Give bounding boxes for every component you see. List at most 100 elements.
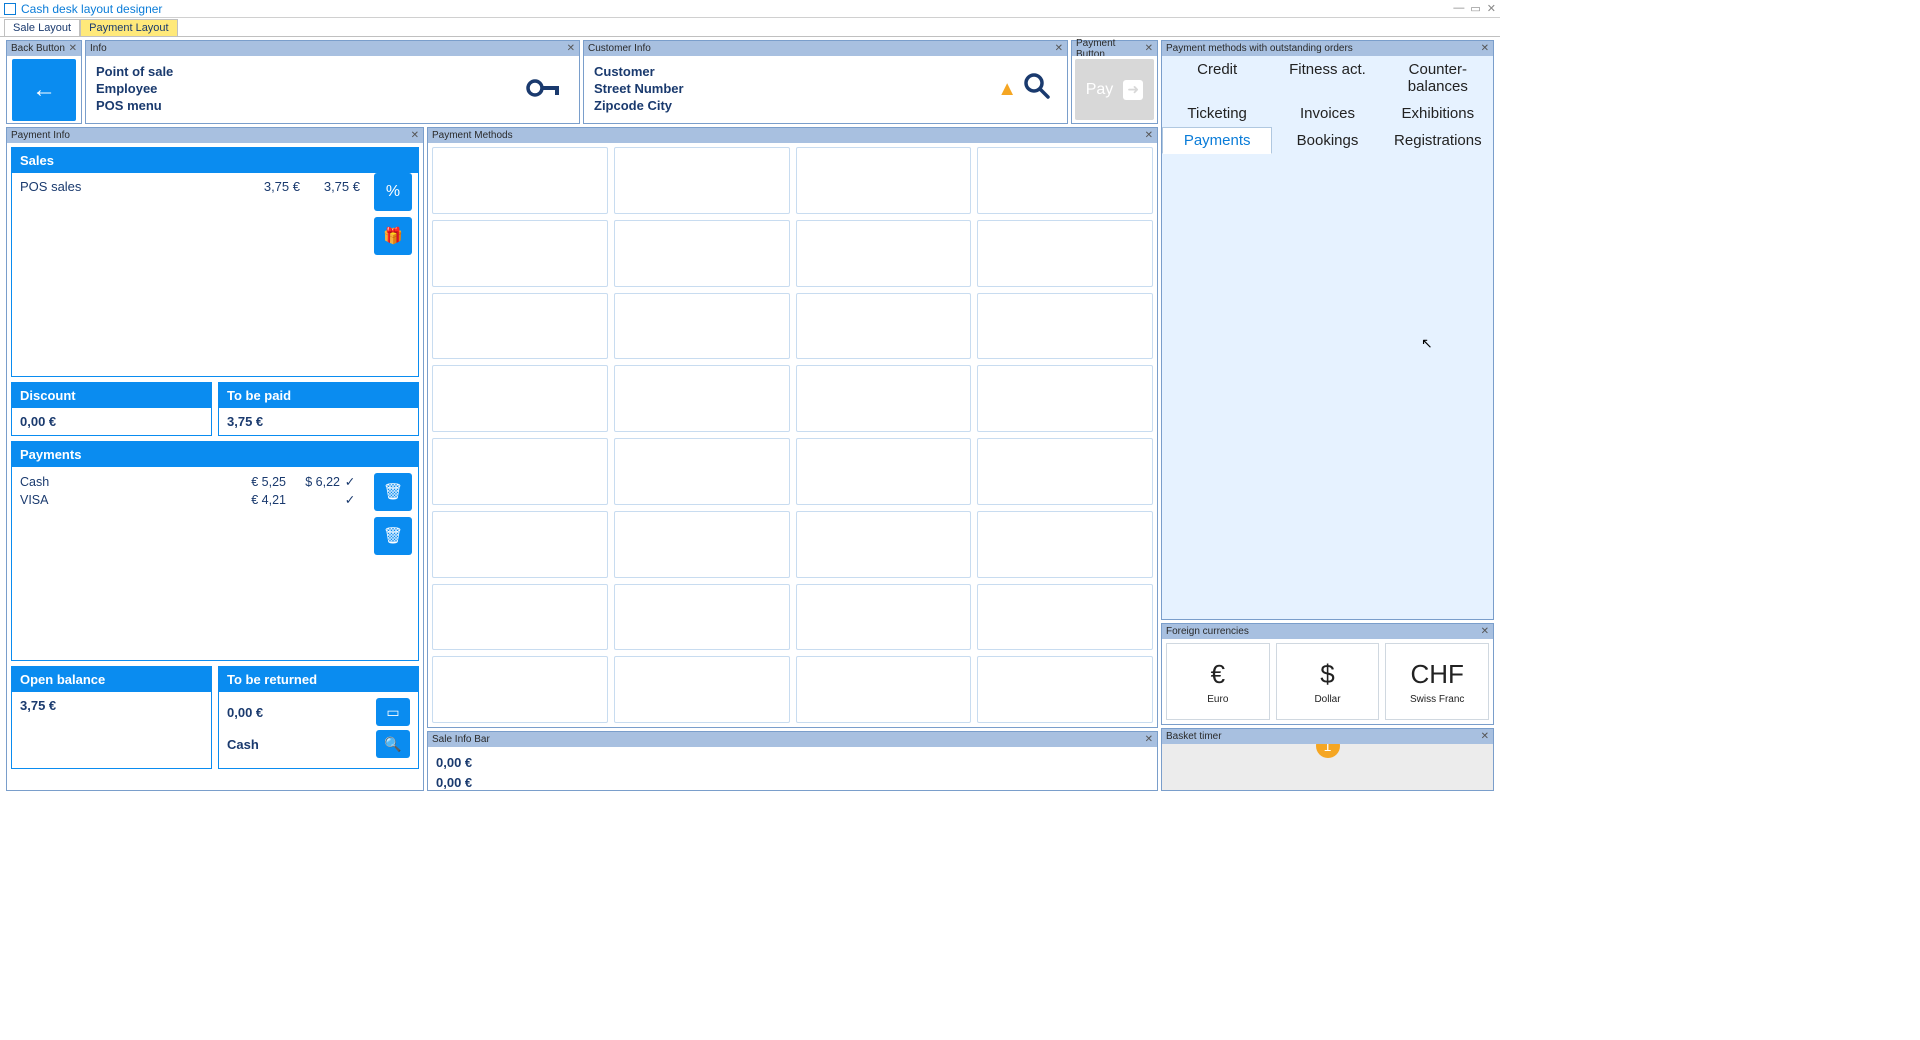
tab-bookings[interactable]: Bookings [1272, 127, 1382, 154]
payment-method-slot[interactable] [796, 293, 972, 360]
percent-button[interactable]: % [374, 173, 412, 211]
payment-method-slot[interactable] [796, 365, 972, 432]
panel-title: Basket timer [1166, 731, 1481, 742]
payment-method-slot[interactable] [977, 220, 1153, 287]
currency-tile-dollar[interactable]: $ Dollar [1276, 643, 1380, 720]
sale-info-line2: 0,00 € [436, 773, 1149, 791]
tab-ticketing[interactable]: Ticketing [1162, 100, 1272, 127]
payment-method-slot[interactable] [432, 438, 608, 505]
payment-method-slot[interactable] [614, 220, 790, 287]
basket-badge[interactable]: 1 [1316, 744, 1340, 758]
payment-method-slot[interactable] [614, 438, 790, 505]
open-balance-value: 3,75 € [20, 698, 56, 713]
payment-method-slot[interactable] [614, 656, 790, 723]
payment-method-slot[interactable] [614, 293, 790, 360]
currency-symbol: $ [1320, 659, 1334, 690]
payment-method-slot[interactable] [432, 293, 608, 360]
cash-return-button[interactable]: ▭ [376, 698, 410, 726]
panel-close-icon[interactable]: ✕ [1481, 731, 1489, 742]
payment-method-slot[interactable] [796, 220, 972, 287]
payment-method-slot[interactable] [614, 147, 790, 214]
panel-close-icon[interactable]: ✕ [1481, 626, 1489, 637]
tab-exhibitions[interactable]: Exhibitions [1383, 100, 1493, 127]
pay-button[interactable]: Pay ➜ [1075, 59, 1154, 120]
panel-close-icon[interactable]: ✕ [69, 43, 77, 54]
payment-method-slot[interactable] [977, 147, 1153, 214]
payment-method-slot[interactable] [977, 293, 1153, 360]
back-button[interactable]: ← [12, 59, 76, 121]
gift-icon: 🎁 [383, 226, 403, 246]
payment-method-slot[interactable] [977, 511, 1153, 578]
payment-method-slot[interactable] [432, 147, 608, 214]
key-icon[interactable] [525, 76, 561, 103]
tab-payments[interactable]: Payments [1162, 127, 1272, 154]
currency-tile-chf[interactable]: CHF Swiss Franc [1385, 643, 1489, 720]
payment-method-slot[interactable] [614, 584, 790, 651]
payment-method-slot[interactable] [432, 365, 608, 432]
tab-fitness-act[interactable]: Fitness act. [1272, 56, 1382, 100]
payment-row-amount2: $ 6,22 [286, 473, 340, 491]
maximize-icon[interactable]: ▭ [1470, 2, 1480, 15]
panel-close-icon[interactable]: ✕ [411, 130, 419, 141]
tab-counter-balances[interactable]: Counter-balances [1383, 56, 1493, 100]
check-icon: ✓ [340, 473, 360, 491]
payment-method-slot[interactable] [796, 584, 972, 651]
sales-row-amount2: 3,75 € [300, 179, 360, 194]
tab-sale-layout[interactable]: Sale Layout [4, 19, 80, 36]
delete-all-payments-button[interactable]: 🗑 [374, 517, 412, 555]
panel-close-icon[interactable]: ✕ [1145, 43, 1153, 54]
tab-invoices[interactable]: Invoices [1272, 100, 1382, 127]
window-controls: — ▭ ✕ [1453, 2, 1496, 15]
outstanding-tabs: Credit Fitness act. Counter-balances Tic… [1162, 56, 1493, 154]
panel-close-icon[interactable]: ✕ [567, 43, 575, 54]
customer-line2: Street Number [594, 81, 684, 98]
panel-payment-info: Payment Info ✕ Sales POS sales 3,75 € 3,… [6, 127, 424, 791]
currency-symbol: CHF [1410, 659, 1463, 690]
payment-method-slot[interactable] [977, 365, 1153, 432]
payment-method-slot[interactable] [977, 656, 1153, 723]
payment-method-slot[interactable] [977, 438, 1153, 505]
app-title: Cash desk layout designer [21, 2, 162, 16]
payment-method-slot[interactable] [796, 147, 972, 214]
payments-header: Payments [12, 442, 418, 467]
payment-method-slot[interactable] [796, 656, 972, 723]
payment-method-slot[interactable] [796, 438, 972, 505]
to-be-paid-header: To be paid [219, 383, 418, 408]
payment-method-slot[interactable] [614, 365, 790, 432]
tab-payment-layout[interactable]: Payment Layout [80, 19, 178, 36]
arrow-right-icon: ➜ [1123, 80, 1143, 100]
panel-title: Foreign currencies [1166, 626, 1481, 637]
tab-credit[interactable]: Credit [1162, 56, 1272, 100]
search-icon[interactable] [1023, 72, 1051, 107]
panel-close-icon[interactable]: ✕ [1055, 43, 1063, 54]
payment-method-slot[interactable] [796, 511, 972, 578]
warning-icon[interactable]: ▲ [997, 78, 1017, 101]
payment-method-slot[interactable] [432, 656, 608, 723]
panel-title: Payment Methods [432, 130, 1145, 141]
panel-title: Payment Info [11, 130, 411, 141]
payment-method-slot[interactable] [614, 511, 790, 578]
minimize-icon[interactable]: — [1453, 2, 1464, 15]
sales-header: Sales [12, 148, 418, 173]
panel-close-icon[interactable]: ✕ [1145, 734, 1153, 745]
search-return-button[interactable]: 🔍 [376, 730, 410, 758]
gift-button[interactable]: 🎁 [374, 217, 412, 255]
close-icon[interactable]: ✕ [1487, 2, 1496, 15]
tab-registrations[interactable]: Registrations [1383, 127, 1493, 154]
discount-value: 0,00 € [20, 414, 56, 429]
payment-method-slot[interactable] [977, 584, 1153, 651]
info-line3: POS menu [96, 98, 173, 115]
panel-close-icon[interactable]: ✕ [1145, 130, 1153, 141]
panel-sale-info-bar: Sale Info Bar ✕ 0,00 € 0,00 € [427, 731, 1158, 791]
currency-tile-euro[interactable]: € Euro [1166, 643, 1270, 720]
panel-title: Customer Info [588, 43, 1055, 54]
currency-name: Dollar [1314, 694, 1340, 705]
panel-close-icon[interactable]: ✕ [1481, 43, 1489, 54]
panel-payment-button: Payment Button ✕ Pay ➜ [1071, 40, 1158, 124]
banknote-icon: ▭ [386, 704, 399, 721]
delete-payment-button[interactable]: 🗑 [374, 473, 412, 511]
payment-row: VISA € 4,21 ✓ [20, 491, 360, 509]
payment-method-slot[interactable] [432, 511, 608, 578]
payment-method-slot[interactable] [432, 220, 608, 287]
payment-method-slot[interactable] [432, 584, 608, 651]
